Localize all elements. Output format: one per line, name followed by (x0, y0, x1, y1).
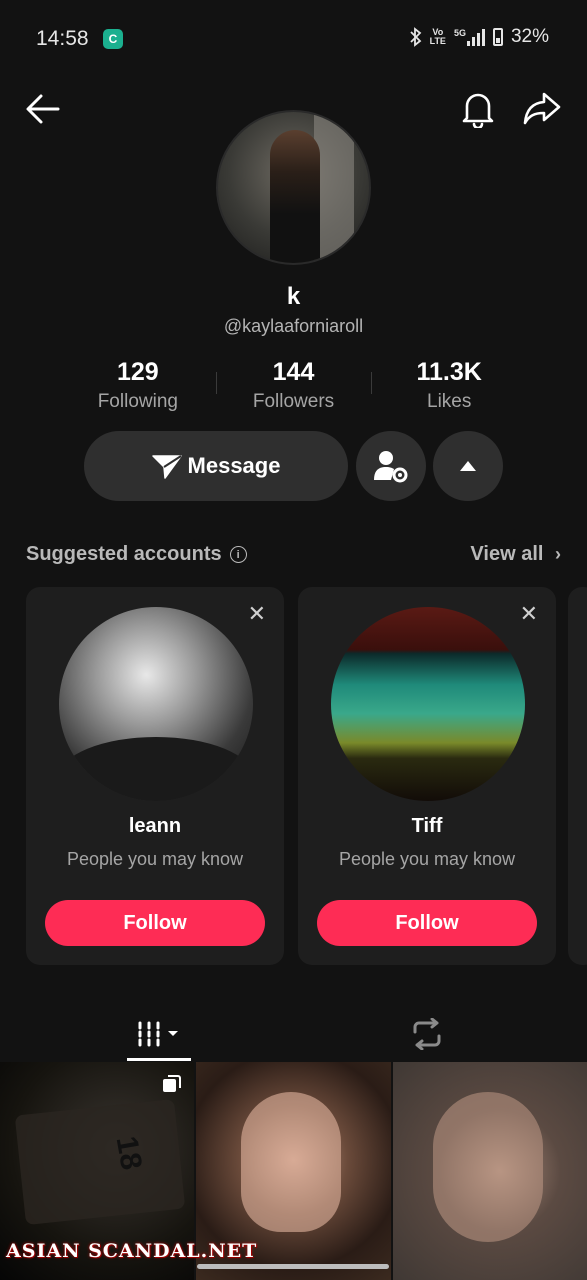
video-thumbnail[interactable] (392, 1062, 587, 1280)
suggested-card-peek[interactable] (568, 587, 587, 965)
suggested-subtitle: People you may know (338, 849, 516, 869)
follow-button[interactable]: Follow (317, 900, 537, 946)
message-button[interactable]: Message (84, 431, 348, 501)
status-time: 14:58 (36, 27, 89, 50)
stat-value: 11.3K (416, 358, 482, 386)
status-bar: 14:58 C Vo LTE 5G 32% (0, 0, 587, 78)
message-label: Message (187, 453, 281, 478)
bluetooth-icon (409, 27, 421, 47)
profile-stats: 129 Following 144 Followers 11.3K Likes (60, 358, 527, 413)
profile-avatar[interactable] (216, 110, 371, 265)
tab-videos[interactable] (127, 1008, 191, 1060)
suggested-accounts-header: Suggested accounts i (26, 543, 247, 566)
app-notification-icon: C (103, 29, 123, 49)
add-friend-settings-button[interactable] (356, 431, 426, 501)
stat-divider (215, 372, 217, 394)
share-icon[interactable] (522, 88, 562, 128)
network-indicator: 5G (454, 28, 485, 46)
stat-value: 144 (272, 358, 315, 386)
stat-label: Likes (427, 391, 472, 412)
battery-icon (492, 28, 503, 46)
profile-handle: @kaylaaforniaroll (223, 316, 364, 336)
suggested-avatar[interactable] (331, 607, 525, 801)
stat-likes[interactable]: 11.3K Likes (371, 358, 527, 413)
stat-following[interactable]: 129 Following (60, 358, 216, 413)
tab-active-indicator (127, 1058, 191, 1061)
follow-button[interactable]: Follow (45, 900, 265, 946)
repost-icon (413, 1018, 441, 1050)
suggested-card[interactable]: ✕ leann People you may know Follow (26, 587, 284, 965)
home-indicator[interactable] (197, 1264, 389, 1269)
view-all-link[interactable]: View all › (470, 543, 561, 566)
stat-label: Following (97, 391, 178, 412)
suggested-name: Tiff (411, 815, 443, 837)
battery-percent: 32% (510, 26, 549, 47)
stat-value: 129 (116, 358, 159, 386)
add-friend-settings-icon (374, 451, 408, 483)
stat-divider (371, 372, 373, 394)
stat-followers[interactable]: 144 Followers (215, 358, 372, 413)
suggested-avatar[interactable] (59, 607, 253, 801)
suggested-card[interactable]: ✕ Tiff People you may know Follow (298, 587, 556, 965)
back-arrow-icon[interactable] (24, 90, 62, 128)
chevron-right-icon: › (555, 544, 561, 564)
caret-up-icon (460, 461, 476, 471)
suggested-toggle-button[interactable] (433, 431, 503, 501)
suggested-name: leann (128, 815, 182, 837)
close-icon[interactable]: ✕ (248, 601, 266, 627)
suggested-title: Suggested accounts (26, 543, 222, 565)
tab-reposts[interactable] (400, 1008, 454, 1060)
status-right-icons: Vo LTE 5G 32% (409, 26, 549, 48)
close-icon[interactable]: ✕ (520, 601, 538, 627)
video-grid-icon (138, 1021, 178, 1047)
info-icon[interactable]: i (229, 546, 247, 563)
signal-icon (466, 28, 485, 46)
bell-icon[interactable] (459, 88, 497, 128)
volte-indicator: Vo LTE (429, 27, 446, 46)
suggested-subtitle: People you may know (66, 849, 244, 869)
view-all-label: View all (470, 543, 544, 565)
watermark-text: ASIAN SCANDAL.NET (6, 1240, 258, 1262)
message-send-icon (151, 455, 182, 479)
stat-label: Followers (252, 391, 335, 412)
multi-photo-icon (163, 1075, 182, 1092)
profile-display-name: k (286, 283, 301, 310)
